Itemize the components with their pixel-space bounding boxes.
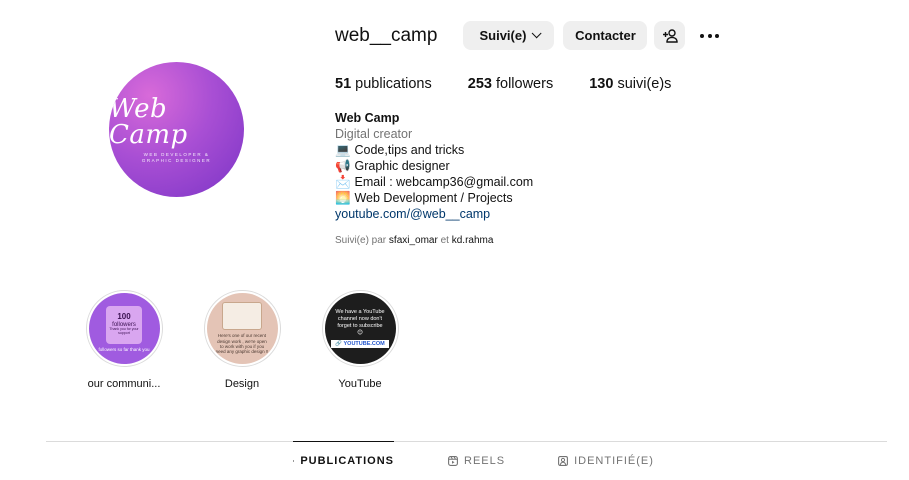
followed-by-user[interactable]: kd.rahma	[452, 235, 494, 246]
bio-line: 💻 Code,tips and tricks	[335, 143, 465, 157]
highlight-cover: Here's one of our recent design work , w…	[206, 293, 278, 364]
story-highlights: 100 followers Thank you for your support…	[84, 290, 438, 390]
grid-icon	[293, 460, 295, 462]
tab-label: REELS	[464, 455, 506, 467]
followed-by: Suivi(e) par sfaxi_omar et kd.rahma	[335, 235, 494, 246]
tagged-icon	[558, 456, 569, 466]
contact-button[interactable]: Contacter	[563, 21, 648, 50]
tab-tagged[interactable]: IDENTIFIÉ(E)	[558, 441, 654, 480]
tab-label: IDENTIFIÉ(E)	[574, 455, 654, 467]
following-button[interactable]: Suivi(e)	[463, 21, 555, 50]
highlight-ring: 100 followers Thank you for your support…	[85, 290, 163, 367]
bio-line: 📢 Graphic designer	[335, 159, 450, 173]
highlight-label: YouTube	[338, 378, 382, 390]
profile-stats: 51 publications 253 followers 130 suivi(…	[335, 76, 707, 92]
profile-header-bar: web__camp Suivi(e) Contacter	[335, 21, 721, 50]
tab-reels[interactable]: REELS	[448, 441, 505, 480]
highlight-cover: We have a YouTube channel now don't forg…	[324, 293, 396, 364]
highlight-ring: We have a YouTube channel now don't forg…	[321, 290, 399, 367]
bio-website-link[interactable]: youtube.com/@web__camp	[335, 206, 533, 222]
profile-display-name: Web Camp	[335, 111, 400, 125]
followed-by-user[interactable]: sfaxi_omar	[389, 235, 438, 246]
laptop-icon: 💻	[335, 143, 351, 157]
tab-label: PUBLICATIONS	[300, 455, 394, 467]
avatar-logo-text: Web Camp	[109, 93, 188, 150]
tab-publications[interactable]: PUBLICATIONS	[293, 441, 394, 480]
highlight-label: Design	[224, 378, 260, 390]
chevron-down-icon	[532, 28, 543, 39]
profile-bio: Web Camp Digital creator 💻 Code,tips and…	[335, 110, 533, 222]
reels-icon	[448, 456, 458, 466]
sunrise-icon: 🌅	[335, 191, 351, 205]
stat-following[interactable]: 130 suivi(e)s	[589, 76, 671, 92]
highlight-community[interactable]: 100 followers Thank you for your support…	[84, 290, 164, 390]
profile-avatar[interactable]: Web Camp WEB DEVELOPER & GRAPHIC DESIGNE…	[109, 62, 244, 197]
highlight-design[interactable]: Here's one of our recent design work , w…	[202, 290, 282, 390]
bio-line: 🌅 Web Development / Projects	[335, 191, 513, 205]
megaphone-icon: 📢	[335, 159, 351, 173]
envelope-icon: 📩	[335, 175, 351, 189]
suggest-users-button[interactable]	[654, 21, 686, 50]
highlight-ring: Here's one of our recent design work , w…	[203, 290, 281, 367]
profile-category: Digital creator	[335, 127, 413, 141]
more-options-icon[interactable]	[698, 21, 721, 50]
add-user-icon	[662, 28, 678, 43]
following-button-label: Suivi(e)	[479, 28, 527, 43]
profile-tabs: PUBLICATIONS REELS IDENTIFIÉ(E)	[293, 441, 654, 480]
stat-publications: 51 publications	[335, 76, 432, 92]
bio-line: 📩 Email : webcamp36@gmail.com	[335, 175, 534, 189]
username: web__camp	[335, 24, 438, 46]
highlight-label: our communi...	[87, 378, 161, 390]
avatar-logo-subtext: WEB DEVELOPER & GRAPHIC DESIGNER	[141, 151, 212, 163]
highlight-cover: 100 followers Thank you for your support…	[88, 293, 160, 364]
highlight-youtube[interactable]: We have a YouTube channel now don't forg…	[320, 290, 400, 390]
stat-followers[interactable]: 253 followers	[468, 76, 553, 92]
